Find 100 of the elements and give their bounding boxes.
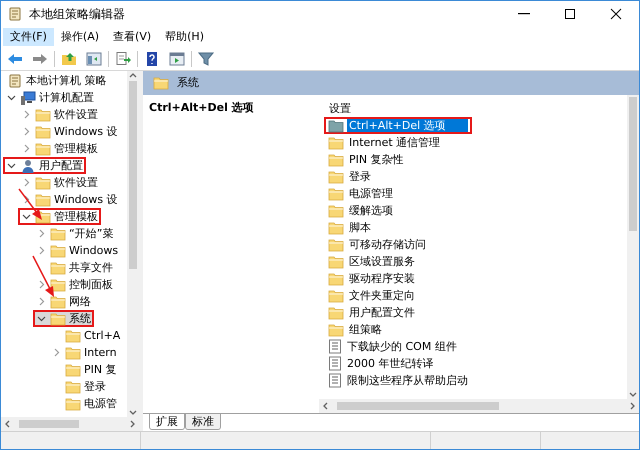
document-icon (328, 356, 342, 371)
tree-item[interactable]: 网络 (33, 293, 94, 310)
list-item[interactable]: 下载缺少的 COM 组件 (324, 338, 463, 355)
folder-icon (328, 186, 344, 200)
tree-item[interactable]: 软件设置 (18, 106, 101, 123)
scroll-right-icon[interactable] (629, 402, 637, 410)
tab[interactable]: 扩展 (149, 414, 185, 430)
menu-item[interactable]: 查看(V) (106, 28, 158, 46)
menu-item[interactable]: 操作(A) (54, 28, 106, 46)
folder-icon (50, 226, 66, 240)
window-title: 本地组策略编辑器 (29, 6, 125, 22)
document-icon (328, 339, 342, 354)
export-icon (115, 50, 131, 66)
folder-icon (35, 192, 51, 206)
tree-item[interactable]: 系统 (33, 310, 94, 327)
scroll-up-icon[interactable] (129, 71, 137, 79)
folder-icon (328, 204, 344, 218)
folder-icon (328, 152, 344, 166)
tree-item[interactable]: 本地计算机 策略 (4, 72, 110, 89)
scroll-down-icon[interactable] (129, 409, 137, 417)
scroll-left-icon[interactable] (3, 420, 11, 428)
list-item[interactable]: 2000 年世纪转译 (324, 355, 440, 372)
folder-icon (328, 136, 344, 150)
folder-icon (65, 380, 81, 394)
tree-item[interactable]: Ctrl+A (48, 327, 124, 344)
folder-icon (328, 254, 344, 268)
list-item[interactable]: 可移动存储访问 (324, 236, 432, 253)
tree-item[interactable]: Windows (33, 242, 122, 259)
tree-item[interactable]: 电源管 (48, 395, 120, 412)
scrollbar[interactable] (627, 95, 639, 399)
folder-icon (328, 220, 344, 234)
list-item[interactable]: 用户配置文件 (324, 304, 421, 321)
menu-item[interactable]: 帮助(H) (158, 28, 211, 46)
close-icon (610, 8, 622, 20)
tree-item[interactable]: “开始”菜 (33, 225, 116, 242)
folder-up-icon (61, 50, 77, 66)
document-icon (328, 373, 342, 388)
maximize-icon (564, 8, 576, 20)
scrollbar-thumb[interactable] (337, 402, 499, 410)
window-icon (169, 50, 185, 66)
list-item[interactable]: 文件夹重定向 (324, 287, 421, 304)
scroll-icon (7, 72, 23, 88)
tab[interactable]: 标准 (185, 414, 221, 430)
folder-icon (50, 294, 66, 308)
folder-icon (328, 118, 344, 132)
folder-icon (35, 124, 51, 138)
folder-icon (328, 170, 344, 184)
tree-item[interactable]: 计算机配置 (3, 89, 97, 106)
panel-icon (86, 50, 102, 66)
folder-icon (50, 244, 66, 258)
list-item[interactable]: 区域设置服务 (324, 253, 421, 270)
tree-item[interactable]: Windows 设 (18, 123, 121, 140)
scrollbar-thumb[interactable] (129, 81, 137, 269)
tree-item[interactable]: 软件设置 (18, 174, 101, 191)
folder-icon (328, 306, 344, 320)
tree-item[interactable]: 用户配置 (3, 157, 86, 174)
menu-item[interactable]: 文件(F) (3, 28, 54, 46)
list-item[interactable]: 登录 (324, 168, 377, 185)
folder-icon (35, 176, 51, 190)
tree-item[interactable]: 登录 (48, 378, 109, 395)
column-header[interactable]: 设置 (329, 102, 351, 115)
list-item[interactable]: 缓解选项 (324, 202, 399, 219)
folder-icon (50, 260, 66, 274)
folder-icon (50, 278, 66, 292)
scrollbar[interactable] (127, 71, 139, 417)
list-item[interactable]: PIN 复杂性 (324, 151, 410, 168)
list-item[interactable]: 脚本 (324, 219, 377, 236)
tree-item[interactable]: 管理模板 (18, 140, 101, 157)
scroll-down-icon[interactable] (629, 391, 637, 399)
list-item[interactable]: 限制这些程序从帮助启动 (324, 372, 474, 389)
scroll-left-icon[interactable] (321, 402, 329, 410)
folder-icon (65, 362, 81, 376)
tree-item[interactable]: 共享文件 (33, 259, 116, 276)
list-item[interactable]: 组策略 (324, 321, 388, 338)
filter-icon (198, 50, 214, 66)
folder-icon (65, 328, 81, 342)
list-item[interactable]: Internet 通信管理 (324, 134, 446, 151)
app-icon (7, 6, 23, 22)
tree-item[interactable]: Intern (48, 344, 120, 361)
scrollbar[interactable] (1, 417, 139, 431)
user-icon (20, 158, 36, 174)
folder-icon (328, 272, 344, 286)
description-title: Ctrl+Alt+Del 选项 (149, 101, 254, 114)
computer-icon (20, 90, 36, 106)
annotation-arrow (32, 256, 54, 297)
folder-icon (65, 346, 81, 360)
list-item[interactable]: Ctrl+Alt+Del 选项 (324, 117, 472, 134)
scrollbar[interactable] (319, 399, 639, 413)
list-item[interactable]: 驱动程序安装 (324, 270, 421, 287)
tree-item[interactable]: PIN 复 (48, 361, 120, 378)
list-item[interactable]: 电源管理 (324, 185, 399, 202)
folder-icon (35, 108, 51, 122)
scroll-right-icon[interactable] (129, 420, 137, 428)
panel-title: 系统 (177, 76, 199, 90)
folder-icon (328, 288, 344, 302)
folder-icon (328, 322, 344, 336)
scrollbar-thumb[interactable] (19, 420, 79, 428)
tree-item[interactable]: Windows 设 (18, 191, 121, 208)
tree-item[interactable]: 管理模板 (18, 208, 101, 225)
scrollbar-thumb[interactable] (629, 97, 637, 231)
